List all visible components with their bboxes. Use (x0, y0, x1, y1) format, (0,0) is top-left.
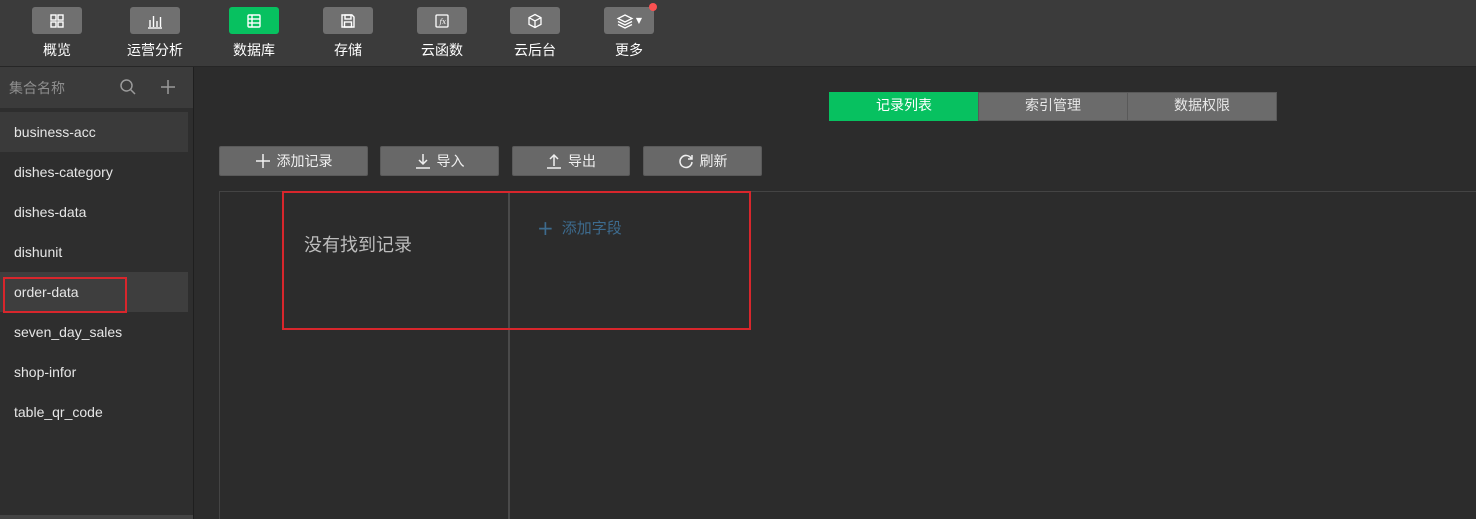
import-button[interactable]: 导入 (380, 146, 499, 176)
toolbar-cloud-admin[interactable]: 云后台 (498, 7, 572, 60)
function-icon: fx (417, 7, 467, 34)
add-record-button[interactable]: 添加记录 (219, 146, 368, 176)
toolbar-label: 存储 (334, 43, 362, 59)
collection-item[interactable]: dishes-data (0, 192, 188, 232)
tab-record-list[interactable]: 记录列表 (829, 92, 979, 121)
database-icon (229, 7, 279, 34)
toolbar-more[interactable]: ▼ 更多 (592, 3, 666, 60)
toolbar-label: 云后台 (514, 43, 556, 59)
toolbar-label: 云函数 (421, 43, 463, 59)
toolbar-label: 运营分析 (127, 43, 183, 59)
collection-item[interactable]: dishes-category (0, 152, 188, 192)
toolbar-storage[interactable]: 存储 (311, 7, 385, 60)
top-toolbar: 概览 运营分析 数据库 存储 fx 云函数 云后台 ▼ 更多 (0, 0, 1476, 67)
toolbar-label: 数据库 (233, 43, 275, 59)
export-label: 导出 (568, 154, 596, 170)
toolbar-label: 概览 (43, 43, 71, 59)
cube-icon (510, 7, 560, 34)
export-button[interactable]: 导出 (512, 146, 630, 176)
notification-dot (649, 3, 657, 11)
collection-item[interactable]: business-acc (0, 112, 188, 152)
add-collection-icon[interactable] (159, 78, 177, 100)
toolbar-database[interactable]: 数据库 (217, 7, 291, 60)
collection-item[interactable]: seven_day_sales (0, 312, 188, 352)
tab-data-permissions[interactable]: 数据权限 (1127, 92, 1277, 121)
bar-chart-icon (130, 7, 180, 34)
plus-icon (255, 154, 270, 168)
toolbar-overview[interactable]: 概览 (20, 7, 94, 60)
highlight-box-record-area (282, 191, 751, 330)
chevron-down-icon: ▼ (635, 16, 643, 25)
refresh-label: 刷新 (699, 154, 728, 170)
layers-icon: ▼ (604, 3, 657, 34)
collection-list: business-acc dishes-category dishes-data… (0, 112, 188, 432)
add-record-label: 添加记录 (276, 154, 333, 170)
toolbar-analytics[interactable]: 运营分析 (118, 7, 192, 60)
view-tabs: 记录列表 索引管理 数据权限 (829, 92, 1277, 121)
search-icon[interactable] (119, 78, 137, 100)
collection-item[interactable]: shop-infor (0, 352, 188, 392)
download-icon (415, 154, 430, 169)
toolbar-cloud-functions[interactable]: fx 云函数 (405, 7, 479, 60)
tab-index-management[interactable]: 索引管理 (978, 92, 1128, 121)
highlight-box-selected-collection (3, 277, 127, 313)
sidebar-title: 集合名称 (9, 80, 65, 97)
sidebar-scrollbar[interactable] (0, 515, 193, 519)
refresh-icon (678, 154, 693, 169)
toolbar-label: 更多 (615, 43, 643, 59)
collection-item[interactable]: table_qr_code (0, 392, 188, 432)
svg-text:fx: fx (439, 18, 447, 26)
upload-icon (547, 153, 561, 169)
import-label: 导入 (436, 154, 465, 170)
record-grid-border (219, 191, 220, 519)
sidebar-header: 集合名称 (0, 67, 193, 108)
grid-icon (32, 7, 82, 34)
save-icon (323, 7, 373, 34)
refresh-button[interactable]: 刷新 (643, 146, 762, 176)
collection-item[interactable]: dishunit (0, 232, 188, 272)
